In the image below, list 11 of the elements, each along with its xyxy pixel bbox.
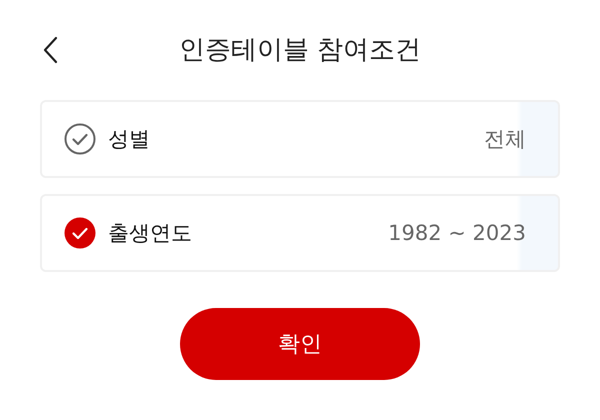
confirm-button[interactable]: 확인 (180, 308, 420, 380)
condition-value: 1982 ~ 2023 (388, 221, 526, 245)
condition-card[interactable]: 출생연도 1982 ~ 2023 (40, 194, 560, 272)
check-icon[interactable] (64, 123, 96, 155)
condition-label: 출생연도 (108, 220, 192, 247)
condition-label: 성별 (108, 126, 150, 153)
condition-value: 전체 (484, 126, 526, 153)
check-icon[interactable] (64, 217, 96, 249)
page-title: 인증테이블 참여조건 (178, 34, 422, 66)
back-icon[interactable] (42, 36, 58, 64)
condition-card[interactable]: 성별 전체 (40, 100, 560, 178)
